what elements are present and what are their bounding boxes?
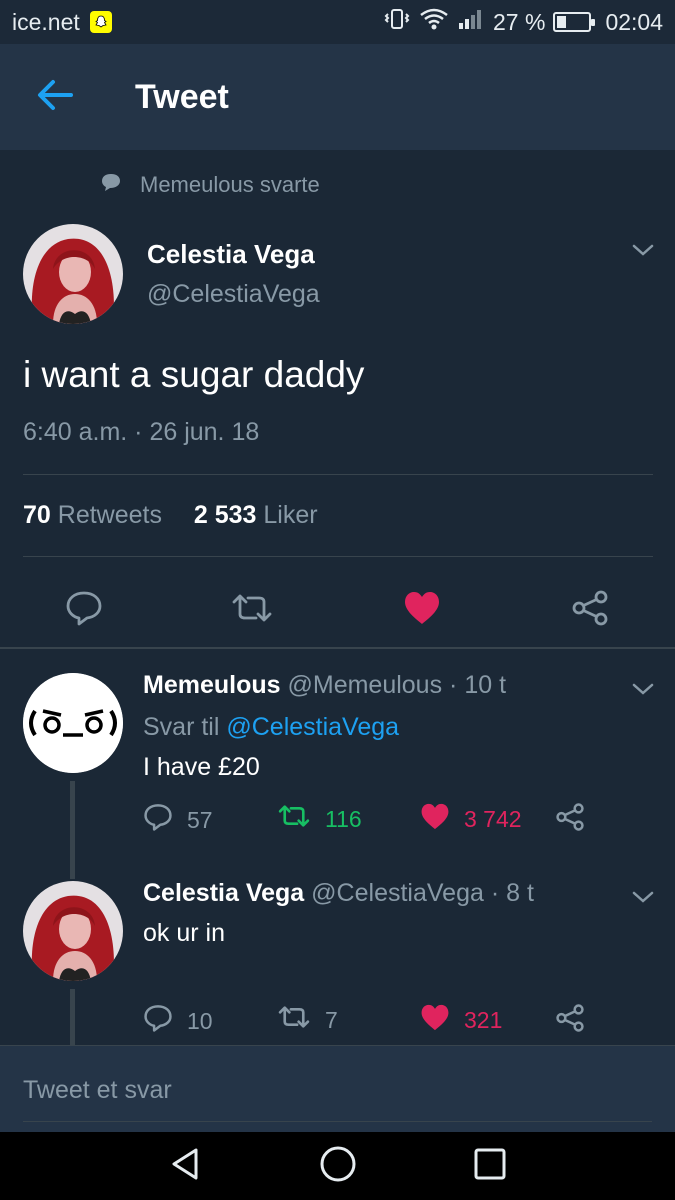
like-count: 3 742 [464, 806, 522, 832]
like-count: 321 [464, 1007, 503, 1033]
share-button[interactable] [560, 580, 620, 640]
reply-text: ok ur in [143, 919, 225, 947]
reply-to-line: Svar til @CelestiaVega [143, 713, 399, 742]
share-button[interactable] [555, 803, 585, 837]
reply-count: 10 [187, 1007, 213, 1034]
back-button[interactable] [0, 44, 110, 150]
heart-icon [420, 1004, 450, 1037]
reply-text: I have £20 [143, 753, 260, 781]
tweet-actions [0, 580, 675, 640]
retweet-button[interactable] [222, 580, 282, 640]
retweets-stat[interactable]: 70 Retweets [23, 501, 162, 529]
reply-header: Memeulous @Memeulous · 10 t [143, 671, 506, 700]
tweet-timestamp: 6:40 a.m. · 26 jun. 18 [23, 418, 260, 446]
avatar[interactable] [23, 881, 123, 981]
like-button[interactable]: 321 [420, 1004, 502, 1037]
retweet-icon [230, 592, 274, 629]
engagement-stats: 70 Retweets 2 533 Liker [23, 501, 318, 530]
reply-to-handle-link[interactable]: @CelestiaVega [226, 713, 399, 741]
chevron-down-icon[interactable] [631, 242, 655, 263]
avatar[interactable] [23, 224, 123, 324]
signal-icon [457, 7, 485, 37]
app-bar: Tweet [0, 44, 675, 150]
divider [23, 556, 653, 557]
reply-author-name: Celestia Vega [143, 879, 305, 907]
page-title: Tweet [135, 77, 229, 116]
reply-input-placeholder[interactable]: Tweet et svar [23, 1076, 172, 1105]
reply-author-handle: @Memeulous [287, 671, 443, 699]
reply-actions: 57 116 3 742 [143, 803, 593, 843]
avatar[interactable] [23, 673, 123, 773]
thread-line [70, 989, 75, 1045]
like-count: 2 533 [193, 501, 257, 529]
status-bar: ice.net 27 % 02:04 [0, 0, 675, 44]
retweet-count: 7 [325, 1006, 338, 1033]
battery-icon [553, 12, 596, 32]
reply-icon [143, 1004, 173, 1038]
reply-icon [143, 803, 173, 837]
nav-home-button[interactable] [319, 1145, 357, 1188]
likes-stat[interactable]: 2 533 Liker [194, 501, 318, 529]
nav-recents-button[interactable] [473, 1147, 507, 1186]
retweet-icon [277, 1004, 311, 1036]
reply-context-text: Memeulous svarte [140, 172, 320, 197]
author-block[interactable]: Celestia Vega @CelestiaVega [147, 239, 320, 309]
reply-composer[interactable]: Tweet et svar [0, 1045, 675, 1132]
like-label: Liker [263, 501, 318, 529]
snapchat-notification-icon [89, 11, 112, 33]
share-button[interactable] [555, 1004, 585, 1038]
like-button[interactable] [392, 580, 452, 640]
nav-back-button[interactable] [168, 1146, 204, 1187]
chevron-down-icon[interactable] [631, 889, 655, 910]
reply-author-name: Memeulous [143, 671, 281, 699]
reply-count: 57 [187, 806, 213, 833]
retweet-count: 70 [23, 501, 51, 529]
share-icon [571, 590, 609, 631]
retweet-label: Retweets [57, 501, 162, 529]
reply-actions: 10 7 321 [143, 1004, 593, 1044]
divider [23, 474, 653, 475]
share-icon [555, 1004, 585, 1038]
author-name: Celestia Vega [147, 239, 315, 269]
author-handle: @CelestiaVega [147, 280, 320, 308]
section-divider [0, 647, 675, 649]
thread-line [70, 781, 75, 879]
share-icon [555, 803, 585, 837]
reply-button[interactable] [54, 580, 114, 640]
chevron-down-icon[interactable] [631, 681, 655, 702]
heart-icon [403, 591, 441, 630]
vibrate-icon [383, 7, 411, 37]
clock: 02:04 [605, 8, 663, 35]
battery-percent: 27 % [493, 8, 546, 35]
retweet-button[interactable]: 116 [277, 803, 362, 835]
reply-header: Celestia Vega @CelestiaVega · 8 t [143, 879, 534, 908]
reply-tweet[interactable]: Celestia Vega @CelestiaVega · 8 t ok ur … [0, 879, 675, 1045]
reply-time: · 8 t [490, 879, 534, 907]
speech-bubble-icon [100, 172, 122, 198]
carrier-label: ice.net [12, 8, 80, 35]
retweet-button[interactable]: 7 [277, 1004, 338, 1036]
reply-context: Memeulous svarte [100, 172, 320, 198]
system-nav-bar [0, 1132, 675, 1200]
arrow-left-icon [35, 77, 75, 118]
reply-icon [65, 590, 103, 631]
reply-button[interactable]: 57 [143, 803, 213, 837]
reply-time: · 10 t [449, 671, 507, 699]
reply-tweet[interactable]: Memeulous @Memeulous · 10 t Svar til @Ce… [0, 671, 675, 879]
heart-icon [420, 803, 450, 836]
input-underline [23, 1121, 652, 1122]
like-button[interactable]: 3 742 [420, 803, 522, 836]
reply-to-prefix: Svar til [143, 713, 220, 741]
wifi-icon [419, 7, 449, 37]
retweet-icon [277, 803, 311, 835]
reply-button[interactable]: 10 [143, 1004, 213, 1038]
reply-author-handle: @CelestiaVega [311, 879, 484, 907]
retweet-count: 116 [325, 805, 362, 832]
tweet-text: i want a sugar daddy [23, 354, 365, 395]
